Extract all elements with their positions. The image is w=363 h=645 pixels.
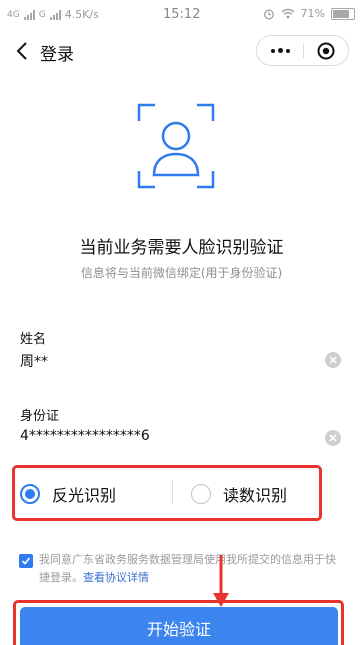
verification-heading: 当前业务需要人脸识别验证 [79,238,284,258]
more-icon[interactable] [257,36,303,65]
wifi-icon [281,8,294,19]
id-value[interactable]: 4****************6 [20,428,150,444]
network-type-2: G [38,9,46,20]
login-page: 4G G 4.5K/s 15:12 71% 登录 当前业务需要人脸识别验证 信息… [0,0,363,645]
alarm-icon [263,9,274,19]
start-verification-button[interactable]: 开始验证 [20,607,338,645]
mode-option-read-label: 读数识别 [223,486,288,505]
verification-subheading: 信息将与当前微信绑定(用于身份验证) [80,266,283,280]
agreement-text: 我同意广东省政务服务数据管理局使用我所提交的信息用于快捷登录。查看协议详情 [39,551,344,587]
name-value[interactable]: 周** [20,351,48,371]
status-time: 15:12 [163,7,201,22]
status-bar: 4G G 4.5K/s 15:12 71% [0,0,363,30]
check-icon [21,557,31,565]
mode-option-reflect[interactable]: 反光识别 [20,482,116,506]
battery-percent: 71% [300,7,325,20]
nav-bar: 登录 [0,30,363,72]
clear-id-icon[interactable] [325,430,341,446]
mini-program-capsule [256,35,349,66]
mode-option-reflect-label: 反光识别 [52,486,117,505]
agreement-link[interactable]: 查看协议详情 [83,571,149,584]
status-left: 4G G 4.5K/s [7,8,99,21]
close-mini-program-icon[interactable] [304,36,348,65]
network-type-1: 4G [7,9,20,20]
signal-icon [23,9,35,20]
mode-option-read[interactable]: 读数识别 [191,482,287,506]
radio-unselected-icon [191,484,211,504]
page-title: 登录 [40,45,74,65]
battery-icon [331,7,355,20]
status-right: 71% [263,7,355,20]
agreement-checkbox[interactable] [19,554,33,568]
mode-divider [172,480,173,504]
radio-selected-icon [20,484,40,504]
clear-name-icon[interactable] [325,352,341,368]
network-speed: 4.5K/s [64,8,99,21]
signal-icon-2 [49,9,61,20]
name-label: 姓名 [20,332,47,347]
back-arrow-icon[interactable] [12,40,34,62]
face-scan-icon [137,103,215,189]
id-label: 身份证 [20,409,60,424]
